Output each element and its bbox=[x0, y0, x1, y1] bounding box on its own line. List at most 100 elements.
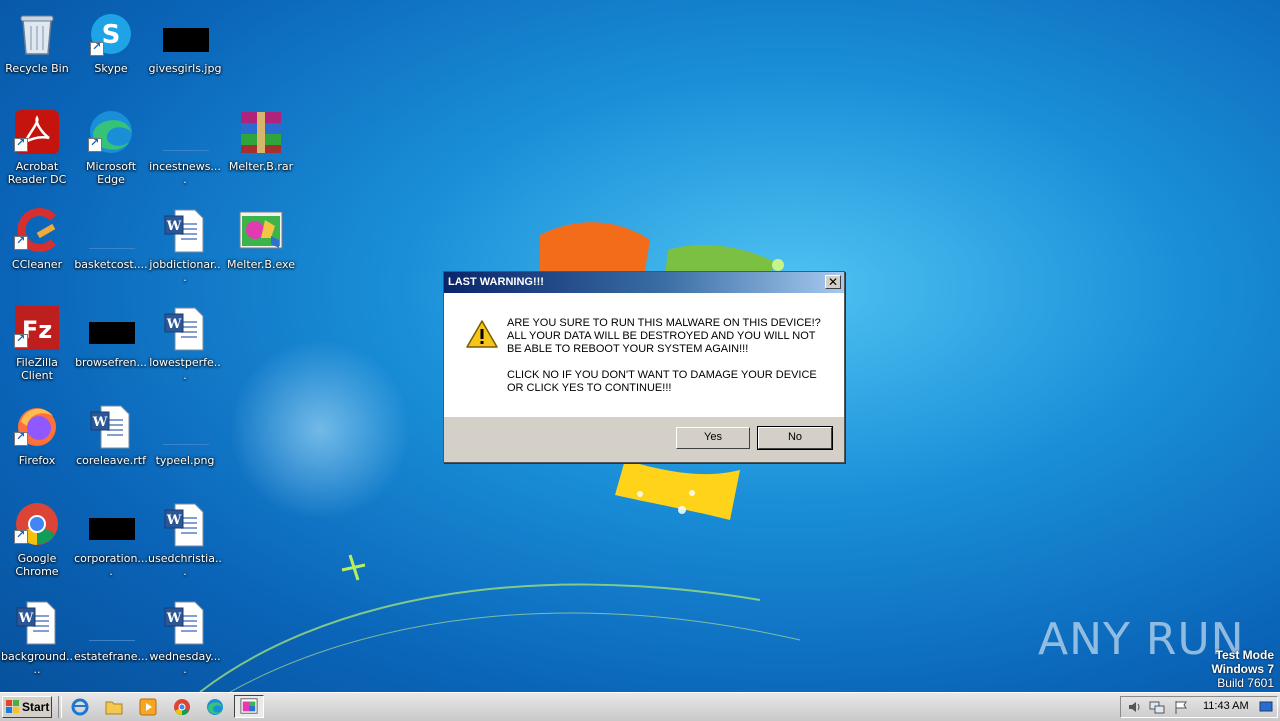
build-line: Build 7601 bbox=[1217, 676, 1274, 690]
start-label: Start bbox=[22, 700, 50, 714]
system-tray: 11:43 AM bbox=[1120, 696, 1278, 718]
show-desktop-icon[interactable] bbox=[1259, 700, 1273, 714]
desktop-icon-corporation[interactable]: corporation.... bbox=[74, 494, 148, 586]
icon-label: corporation.... bbox=[74, 552, 148, 578]
shortcut-arrow-icon bbox=[14, 332, 28, 348]
close-button[interactable]: ✕ bbox=[825, 275, 841, 289]
desktop-icon-basketcost[interactable]: basketcost.... bbox=[74, 200, 148, 292]
icon-label: basketcost.... bbox=[74, 258, 148, 271]
desktop-icon-chrome[interactable]: Google Chrome bbox=[0, 494, 74, 586]
shortcut-arrow-icon bbox=[88, 136, 102, 152]
message-line-3: CLICK NO IF YOU DON'T WANT TO DAMAGE YOU… bbox=[507, 369, 817, 394]
word-document-icon: W bbox=[90, 405, 130, 449]
icon-label: Melter.B.rar bbox=[228, 160, 294, 173]
edge-icon[interactable] bbox=[205, 697, 225, 717]
warning-icon bbox=[466, 320, 498, 348]
desktop-icon-typeel[interactable]: typeel.png bbox=[148, 396, 222, 488]
clock[interactable]: 11:43 AM bbox=[1203, 700, 1249, 712]
icon-label: jobdictionar... bbox=[149, 258, 221, 284]
image-file-icon bbox=[89, 518, 135, 540]
icon-label: lowestperfe... bbox=[149, 356, 221, 382]
image-file-icon bbox=[89, 322, 135, 344]
word-document-icon: W bbox=[164, 307, 204, 351]
dialog-titlebar[interactable]: LAST WARNING!!! ✕ bbox=[444, 272, 844, 293]
taskbar-separator bbox=[58, 696, 62, 718]
icon-label: incestnews.... bbox=[149, 160, 221, 186]
desktop-icon-incestnews[interactable]: incestnews.... bbox=[148, 102, 222, 194]
icon-label: Microsoft Edge bbox=[85, 160, 137, 186]
shortcut-arrow-icon bbox=[14, 528, 28, 544]
svg-text:W: W bbox=[166, 611, 182, 626]
network-icon[interactable] bbox=[1149, 700, 1165, 714]
message-line-1: ARE YOU SURE TO RUN THIS MALWARE ON THIS… bbox=[507, 317, 821, 329]
windows-flag-icon bbox=[6, 700, 19, 713]
explorer-folder-icon[interactable] bbox=[104, 697, 124, 717]
image-file-icon bbox=[163, 146, 209, 151]
shortcut-arrow-icon bbox=[14, 430, 28, 446]
desktop-icon-lowestperfe[interactable]: W lowestperfe... bbox=[148, 298, 222, 390]
chrome-icon[interactable] bbox=[172, 697, 192, 717]
desktop-icon-recycle-bin[interactable]: Recycle Bin bbox=[0, 4, 74, 96]
desktop-icon-background[interactable]: W background.... bbox=[0, 592, 74, 684]
icon-label: Recycle Bin bbox=[5, 62, 69, 75]
desktop-icon-ccleaner[interactable]: CCleaner bbox=[0, 200, 74, 292]
desktop-icon-skype[interactable]: S Skype bbox=[74, 4, 148, 96]
word-document-icon: W bbox=[164, 503, 204, 547]
icon-label: Acrobat Reader DC bbox=[7, 160, 67, 186]
executable-icon bbox=[239, 211, 283, 249]
image-file-icon bbox=[89, 636, 135, 641]
desktop-icon-filezilla[interactable]: Fz FileZilla Client bbox=[0, 298, 74, 390]
icon-label: estatefrane... bbox=[74, 650, 148, 663]
icon-label: background.... bbox=[0, 650, 74, 676]
icon-label: givesgirls.jpg bbox=[148, 62, 222, 75]
action-center-flag-icon[interactable] bbox=[1173, 700, 1189, 714]
icon-label: wednesday.... bbox=[149, 650, 221, 676]
desktop-icon-givesgirls[interactable]: givesgirls.jpg bbox=[148, 4, 222, 96]
desktop-icon-jobdictionary[interactable]: W jobdictionar... bbox=[148, 200, 222, 292]
icon-label: Google Chrome bbox=[15, 552, 59, 578]
image-file-icon bbox=[89, 244, 135, 249]
dialog-message: ARE YOU SURE TO RUN THIS MALWARE ON THIS… bbox=[507, 317, 827, 408]
desktop-icon-melter-exe[interactable]: Melter.B.exe bbox=[224, 200, 298, 292]
no-button[interactable]: No bbox=[757, 426, 833, 450]
shortcut-arrow-icon bbox=[90, 40, 104, 56]
icon-label: Melter.B.exe bbox=[227, 258, 295, 271]
yes-button[interactable]: Yes bbox=[676, 427, 750, 449]
os-name-line: Windows 7 bbox=[1211, 662, 1274, 676]
icon-label: Firefox bbox=[18, 454, 56, 467]
icon-label: FileZilla Client bbox=[16, 356, 58, 382]
icon-label: CCleaner bbox=[11, 258, 63, 271]
word-document-icon: W bbox=[16, 601, 56, 645]
icon-label: usedchristia... bbox=[148, 552, 222, 578]
running-app-melter-button[interactable] bbox=[234, 695, 264, 718]
svg-text:W: W bbox=[166, 317, 182, 332]
test-mode-line: Test Mode bbox=[1215, 648, 1274, 662]
icon-label: Skype bbox=[94, 62, 128, 75]
desktop-icon-coreleave[interactable]: W coreleave.rtf bbox=[74, 396, 148, 488]
desktop-icon-firefox[interactable]: Firefox bbox=[0, 396, 74, 488]
dialog-button-bar: Yes No bbox=[444, 417, 844, 462]
icon-label: browsefren... bbox=[75, 356, 147, 369]
word-document-icon: W bbox=[164, 601, 204, 645]
media-player-icon[interactable] bbox=[138, 697, 158, 717]
desktop-icon-estatefrane[interactable]: estatefrane... bbox=[74, 592, 148, 684]
svg-text:W: W bbox=[18, 611, 34, 626]
internet-explorer-icon[interactable] bbox=[70, 697, 90, 717]
winrar-archive-icon bbox=[241, 112, 281, 153]
word-document-icon: W bbox=[164, 209, 204, 253]
desktop-icon-edge[interactable]: Microsoft Edge bbox=[74, 102, 148, 194]
desktop-icon-browsefren[interactable]: browsefren... bbox=[74, 298, 148, 390]
warning-dialog: LAST WARNING!!! ✕ ARE YOU SURE TO RUN TH… bbox=[443, 271, 845, 463]
shortcut-arrow-icon bbox=[14, 136, 28, 152]
svg-text:W: W bbox=[92, 415, 108, 430]
shortcut-arrow-icon bbox=[14, 234, 28, 250]
image-file-icon bbox=[163, 28, 209, 52]
volume-icon[interactable] bbox=[1127, 700, 1143, 714]
desktop-icon-usedchristia[interactable]: W usedchristia... bbox=[148, 494, 222, 586]
desktop-icon-melter-rar[interactable]: Melter.B.rar bbox=[224, 102, 298, 194]
start-button[interactable]: Start bbox=[2, 696, 52, 718]
dialog-title: LAST WARNING!!! bbox=[448, 276, 544, 288]
desktop-icon-wednesday[interactable]: W wednesday.... bbox=[148, 592, 222, 684]
image-file-icon bbox=[163, 440, 209, 445]
desktop-icon-acrobat[interactable]: Acrobat Reader DC bbox=[0, 102, 74, 194]
